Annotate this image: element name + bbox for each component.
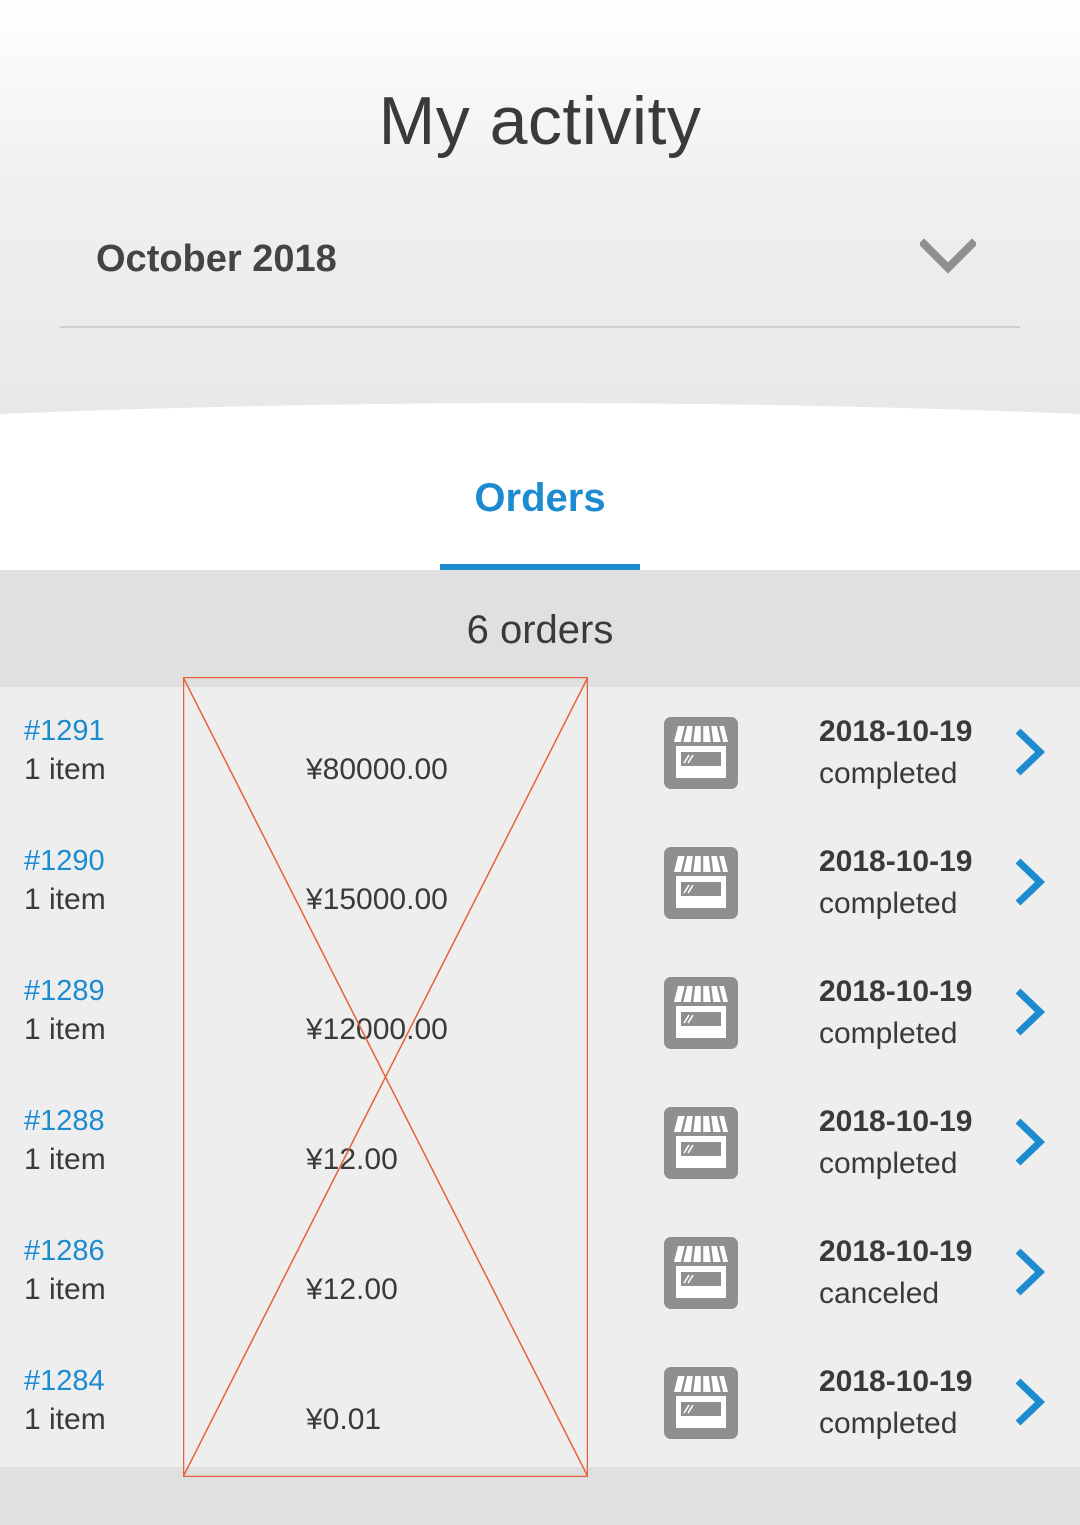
order-date: 2018-10-19 (819, 975, 973, 1008)
order-amount: ¥12.00 (306, 1143, 398, 1176)
orders-count-bar: 6 orders (0, 570, 1080, 687)
order-date: 2018-10-19 (819, 715, 973, 748)
order-id[interactable]: #1288 (24, 1105, 105, 1138)
order-row[interactable]: #1284 1 item ¥0.01 2018-10-19 completed (0, 1337, 1080, 1467)
tab-orders[interactable]: Orders (440, 414, 640, 570)
month-select[interactable]: October 2018 (60, 220, 1020, 328)
order-row[interactable]: #1286 1 item ¥12.00 2018-10-19 canceled (0, 1207, 1080, 1337)
orders-count: 6 orders (466, 608, 614, 652)
month-select-value: October 2018 (96, 238, 337, 280)
order-status: completed (819, 1147, 958, 1180)
order-status: completed (819, 1407, 958, 1440)
store-icon (664, 977, 738, 1049)
store-icon (664, 1107, 738, 1179)
order-date: 2018-10-19 (819, 1365, 973, 1398)
order-amount: ¥80000.00 (306, 753, 448, 786)
order-row[interactable]: #1290 1 item ¥15000.00 2018-10-19 comple… (0, 817, 1080, 947)
order-row[interactable]: #1288 1 item ¥12.00 2018-10-19 completed (0, 1077, 1080, 1207)
order-amount: ¥12000.00 (306, 1013, 448, 1046)
order-row[interactable]: #1289 1 item ¥12000.00 2018-10-19 comple… (0, 947, 1080, 1077)
order-date: 2018-10-19 (819, 1105, 973, 1138)
order-date: 2018-10-19 (819, 845, 973, 878)
order-status: completed (819, 757, 958, 790)
order-id[interactable]: #1284 (24, 1365, 105, 1398)
order-id[interactable]: #1290 (24, 845, 105, 878)
order-amount: ¥0.01 (306, 1403, 382, 1436)
store-icon (664, 1237, 738, 1309)
order-row[interactable]: #1291 1 item ¥80000.00 2018-10-19 comple… (0, 687, 1080, 817)
chevron-right-icon[interactable] (1010, 1375, 1050, 1429)
order-date: 2018-10-19 (819, 1235, 973, 1268)
order-status: canceled (819, 1277, 940, 1310)
order-item-count: 1 item (24, 883, 106, 916)
chevron-down-icon (920, 238, 976, 274)
order-id[interactable]: #1286 (24, 1235, 105, 1268)
store-icon (664, 717, 738, 789)
chevron-right-icon[interactable] (1010, 1115, 1050, 1169)
order-amount: ¥15000.00 (306, 883, 448, 916)
tab-bar: Orders (0, 414, 1080, 570)
order-id[interactable]: #1291 (24, 715, 105, 748)
order-item-count: 1 item (24, 1403, 106, 1436)
order-amount: ¥12.00 (306, 1273, 398, 1306)
chevron-right-icon[interactable] (1010, 855, 1050, 909)
chevron-right-icon[interactable] (1010, 725, 1050, 779)
order-id[interactable]: #1289 (24, 975, 105, 1008)
tab-orders-label: Orders (474, 476, 606, 520)
order-list: #1291 1 item ¥80000.00 2018-10-19 comple… (0, 687, 1080, 1467)
chevron-right-icon[interactable] (1010, 985, 1050, 1039)
order-item-count: 1 item (24, 1273, 106, 1306)
order-item-count: 1 item (24, 1013, 106, 1046)
order-item-count: 1 item (24, 1143, 106, 1176)
header: My activity October 2018 (0, 0, 1080, 420)
store-icon (664, 1367, 738, 1439)
order-item-count: 1 item (24, 753, 106, 786)
store-icon (664, 847, 738, 919)
chevron-right-icon[interactable] (1010, 1245, 1050, 1299)
order-status: completed (819, 1017, 958, 1050)
page-title: My activity (378, 83, 702, 159)
order-status: completed (819, 887, 958, 920)
